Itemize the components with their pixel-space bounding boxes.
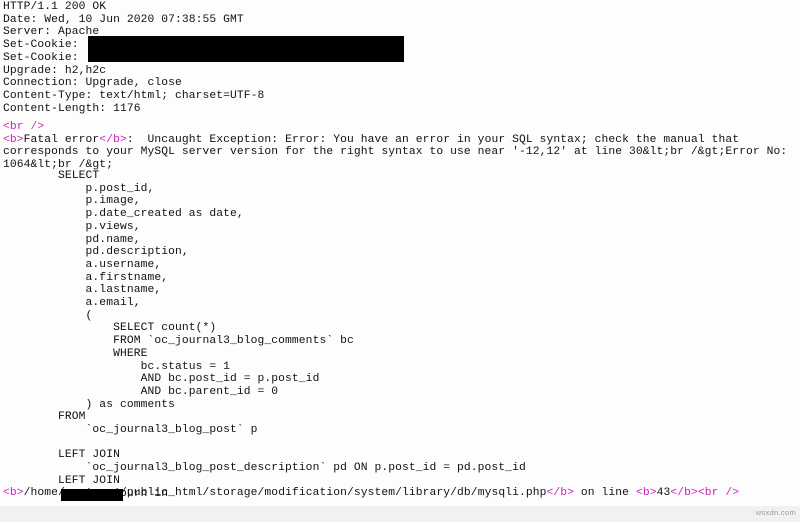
b-close-tag: </b> (546, 487, 575, 499)
sql-line: a.email, (3, 297, 141, 310)
b-close-tag: </b> (99, 133, 127, 146)
b-close-tag: </b> (670, 487, 698, 499)
on-line-label: on line (574, 487, 636, 499)
http-status-line: HTTP/1.1 200 OK (3, 1, 107, 13)
br-space (24, 121, 31, 133)
br-open-tag: <br (697, 487, 719, 499)
sql-line: FROM `oc_journal3_blog_comments` bc (3, 335, 354, 348)
http-header-connection: Connection: Upgrade, close (3, 77, 182, 90)
sql-query-block: SELECT p.post_id, p.image, p.date_create… (3, 170, 526, 500)
error-line-number: 43 (656, 487, 671, 499)
footer-strip (0, 506, 800, 522)
fatal-error-label: Fatal error (23, 133, 100, 146)
sql-line: WHERE (3, 347, 148, 360)
sql-line: a.firstname, (3, 271, 169, 284)
http-header-content-type: Content-Type: text/html; charset=UTF-8 (3, 89, 265, 102)
br-close-tag: /> (725, 487, 740, 499)
br-close-tag: /> (30, 121, 45, 133)
sql-line: ) as comments (3, 398, 175, 411)
redaction-bar-home-username (61, 489, 123, 501)
http-header-date: Date: Wed, 10 Jun 2020 07:38:55 GMT (3, 13, 244, 26)
sql-blank-line (3, 437, 526, 450)
http-header-upgrade: Upgrade: h2,h2c (3, 64, 107, 77)
fatal-error-message-line: <b>Fatal error</b>: Uncaught Exception: … (3, 134, 798, 172)
b-open-tag: <b> (635, 487, 657, 499)
sql-line: p.image, (3, 195, 141, 208)
sql-line: AND bc.parent_id = 0 (3, 385, 279, 398)
sql-line: a.lastname, (3, 284, 162, 297)
sql-line: a.username, (3, 258, 162, 271)
br-open-tag: <br (3, 121, 24, 133)
sql-line: p.post_id, (3, 182, 155, 195)
sql-line: ( (3, 309, 93, 322)
screenshot-page: HTTP/1.1 200 OK Date: Wed, 10 Jun 2020 0… (0, 0, 800, 522)
sql-line: p.views, (3, 220, 141, 233)
sql-line: LEFT JOIN (3, 449, 120, 462)
file-path-suffix: /public_html/storage/modification/system… (119, 487, 547, 499)
http-header-content-length: Content-Length: 1176 (3, 102, 141, 115)
file-path-prefix: /home/ (23, 487, 65, 499)
sql-line: pd.name, (3, 233, 141, 246)
sql-line: pd.description, (3, 246, 189, 259)
sql-line: SELECT count(*) (3, 322, 217, 335)
sql-line: LEFT JOIN (3, 474, 120, 487)
redaction-bar-set-cookie (88, 36, 404, 62)
sql-line: SELECT (3, 170, 100, 182)
sql-line: p.date_created as date, (3, 208, 244, 221)
html-br-tag-line: <br /> (3, 121, 798, 134)
sql-line: AND bc.post_id = p.post_id (3, 373, 320, 386)
b-open-tag: <b> (3, 487, 24, 499)
sql-line: bc.status = 1 (3, 360, 231, 373)
b-open-tag: <b> (3, 133, 24, 146)
sql-line: FROM (3, 411, 86, 424)
fatal-error-block: <br /> <b>Fatal error</b>: Uncaught Exce… (3, 121, 798, 172)
watermark-label: wsxdn.com (755, 508, 796, 517)
sql-line: `oc_journal3_blog_post_description` pd O… (3, 462, 526, 475)
sql-line: `oc_journal3_blog_post` p (3, 424, 258, 437)
